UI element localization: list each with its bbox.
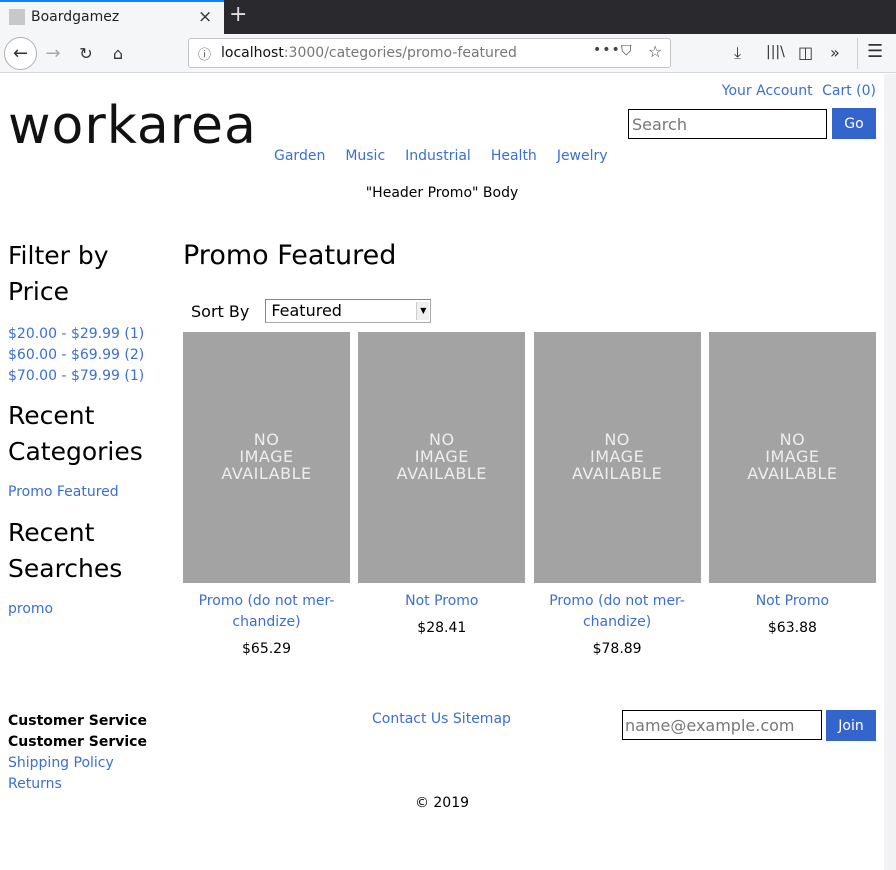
product-card: NO IMAGE AVAILABLE Not Promo $28.41: [358, 332, 526, 657]
recent-categories-heading: Recent Categories: [8, 401, 143, 466]
page-title: Promo Featured: [183, 240, 397, 271]
pocket-icon[interactable]: ⛉: [621, 43, 632, 59]
product-card: NO IMAGE AVAILABLE Promo (do not mer-cha…: [533, 332, 701, 657]
home-icon[interactable]: ⌂: [107, 34, 129, 73]
product-name-link[interactable]: Not Promo: [709, 591, 876, 612]
product-price: $28.41: [417, 620, 467, 636]
footer-heading: Customer Service: [8, 734, 147, 750]
recent-searches-heading: Recent Searches: [8, 518, 123, 583]
filter-by-price-heading: Filter by Price: [8, 241, 109, 306]
header-promo: "Header Promo" Body: [365, 185, 519, 201]
recent-search-link[interactable]: promo: [8, 601, 176, 617]
no-image-placeholder[interactable]: NO IMAGE AVAILABLE: [533, 332, 701, 583]
no-image-line: NO: [604, 430, 630, 449]
no-image-line: NO: [779, 430, 806, 449]
sitemap-link[interactable]: Sitemap: [453, 711, 511, 727]
product-card: NO IMAGE AVAILABLE Not Promo $63.88: [708, 332, 876, 657]
library-icon[interactable]: |||\: [766, 44, 785, 60]
browser-toolbar: ← → ↻ ⌂ ⓘ localhost:3000/categories/prom…: [0, 34, 896, 73]
no-image-placeholder[interactable]: NO IMAGE AVAILABLE: [183, 332, 350, 583]
cart-link[interactable]: Cart (0): [822, 83, 876, 99]
page-content: workarea Your Account Cart (0) Go Garden…: [0, 74, 884, 870]
product-price: $65.29: [242, 641, 291, 657]
search-input[interactable]: [628, 109, 827, 139]
overflow-icon[interactable]: »: [830, 43, 840, 62]
price-filter-70-79[interactable]: $70.00 - $79.99 (1): [8, 366, 176, 387]
no-image-line: NO: [429, 430, 455, 449]
page-scrollbar[interactable]: [884, 74, 896, 870]
product-name-link[interactable]: Promo (do not mer-chandize): [534, 591, 701, 633]
site-logo[interactable]: workarea: [8, 96, 257, 156]
product-price: $63.88: [767, 620, 817, 636]
favicon-icon: [9, 9, 25, 25]
downloads-icon[interactable]: ⤓: [734, 43, 741, 63]
nav-jewelry[interactable]: Jewelry: [557, 148, 608, 164]
tab-bar: Boardgamez × +: [0, 0, 896, 34]
nav-industrial[interactable]: Industrial: [405, 148, 471, 164]
no-image-line: AVAILABLE: [396, 464, 487, 483]
url-path: :3000/categories/promo-featured: [283, 45, 517, 61]
browser-tab[interactable]: Boardgamez ×: [0, 0, 224, 34]
page-actions-icon[interactable]: •••: [593, 42, 621, 58]
price-filter-list: $20.00 - $29.99 (1) $60.00 - $69.99 (2) …: [8, 324, 176, 387]
sort-control: Sort By Featured ▼: [191, 299, 432, 323]
no-image-line: NO: [253, 430, 280, 449]
price-filter-20-29[interactable]: $20.00 - $29.99 (1): [8, 324, 176, 345]
recent-category-link[interactable]: Promo Featured: [8, 484, 176, 500]
nav-music[interactable]: Music: [345, 148, 385, 164]
info-icon[interactable]: ⓘ: [198, 44, 211, 63]
product-card: NO IMAGE AVAILABLE Promo (do not mer-cha…: [183, 332, 350, 657]
no-image-line: IMAGE: [589, 447, 645, 466]
no-image-line: IMAGE: [239, 447, 294, 466]
nav-health[interactable]: Health: [491, 148, 537, 164]
back-icon[interactable]: ←: [4, 37, 37, 70]
sort-selected-value: Featured: [271, 301, 342, 320]
tab-title: Boardgamez: [31, 9, 120, 25]
price-filter-60-69[interactable]: $60.00 - $69.99 (2): [8, 345, 176, 366]
no-image-placeholder[interactable]: NO IMAGE AVAILABLE: [358, 332, 526, 583]
url-text[interactable]: localhost:3000/categories/promo-featured: [221, 45, 517, 61]
contact-us-link[interactable]: Contact Us: [372, 711, 448, 727]
footer-customer-service: Customer Service Customer Service Shippi…: [8, 711, 147, 795]
product-grid: NO IMAGE AVAILABLE Promo (do not mer-cha…: [183, 332, 876, 657]
newsletter-email-input[interactable]: [622, 710, 822, 740]
forward-icon[interactable]: →: [42, 34, 64, 73]
footer-links: Contact Us Sitemap: [372, 711, 511, 727]
no-image-line: IMAGE: [414, 447, 469, 466]
reload-icon[interactable]: ↻: [75, 34, 97, 73]
bookmark-star-icon[interactable]: ☆: [648, 42, 662, 61]
category-nav: Garden Music Industrial Health Jewelry: [274, 148, 628, 164]
no-image-line: AVAILABLE: [221, 464, 312, 483]
returns-link[interactable]: Returns: [8, 774, 147, 795]
main-content: Promo Featured Sort By Featured ▼ NO IMA…: [183, 238, 876, 657]
search-go-button[interactable]: Go: [832, 108, 876, 139]
account-links: Your Account Cart (0): [722, 83, 876, 99]
product-name-link[interactable]: Not Promo: [358, 591, 525, 612]
new-tab-icon[interactable]: +: [229, 2, 247, 27]
toolbar-separator: [857, 38, 858, 69]
close-tab-icon[interactable]: ×: [198, 7, 212, 27]
sidebar: Filter by Price $20.00 - $29.99 (1) $60.…: [8, 238, 176, 617]
sort-select[interactable]: Featured ▼: [265, 299, 432, 323]
hamburger-menu-icon[interactable]: ☰: [867, 41, 883, 62]
your-account-link[interactable]: Your Account: [722, 83, 813, 99]
dropdown-arrow-icon: ▼: [416, 302, 430, 320]
no-image-line: AVAILABLE: [747, 464, 838, 483]
no-image-placeholder[interactable]: NO IMAGE AVAILABLE: [708, 332, 876, 583]
shipping-policy-link[interactable]: Shipping Policy: [8, 753, 147, 774]
product-price: $78.89: [592, 641, 642, 657]
no-image-line: AVAILABLE: [571, 464, 663, 483]
footer-heading: Customer Service: [8, 713, 147, 729]
sidebar-icon[interactable]: ◫: [798, 43, 813, 62]
url-bar[interactable]: ⓘ localhost:3000/categories/promo-featur…: [188, 38, 671, 68]
no-image-line: IMAGE: [765, 447, 820, 466]
product-name-link[interactable]: Promo (do not mer-chandize): [183, 591, 350, 633]
copyright: © 2019: [414, 795, 470, 811]
nav-garden[interactable]: Garden: [274, 148, 325, 164]
newsletter-join-button[interactable]: Join: [826, 710, 876, 741]
sort-by-label: Sort By: [191, 301, 250, 321]
url-host: localhost: [221, 45, 284, 61]
